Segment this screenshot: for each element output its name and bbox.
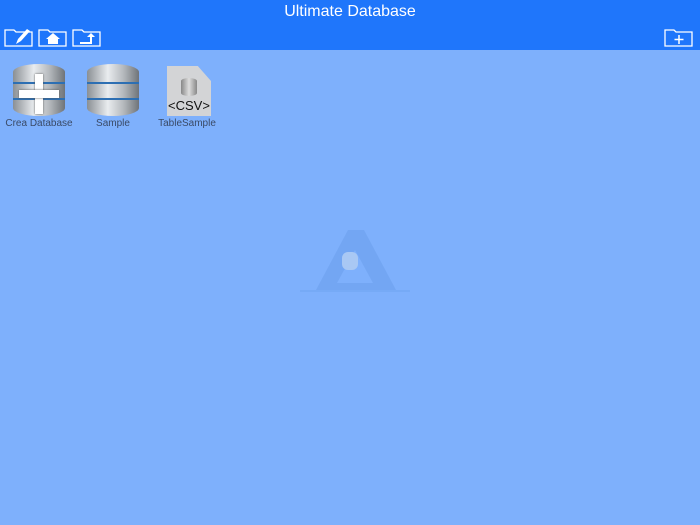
create-database-item[interactable]: Crea Database bbox=[1, 62, 77, 129]
app-title: Ultimate Database bbox=[284, 3, 416, 20]
item-label: Crea Database bbox=[5, 118, 73, 129]
edit-folder-icon[interactable] bbox=[4, 27, 34, 47]
tablesample-csv-item[interactable]: <CSV> TableSample bbox=[149, 62, 225, 129]
up-folder-icon[interactable] bbox=[72, 27, 102, 47]
database-add-icon bbox=[11, 62, 67, 118]
item-label: TableSample bbox=[158, 118, 216, 129]
csv-badge: <CSV> bbox=[168, 98, 210, 113]
header-bar: Ultimate Database bbox=[0, 0, 700, 50]
new-folder-icon[interactable] bbox=[664, 27, 694, 47]
watermark-logo-icon bbox=[300, 230, 410, 292]
database-icon bbox=[85, 62, 141, 118]
item-label: Sample bbox=[96, 118, 130, 129]
sample-database-item[interactable]: Sample bbox=[75, 62, 151, 129]
home-folder-icon[interactable] bbox=[38, 27, 68, 47]
csv-file-icon: <CSV> bbox=[159, 62, 215, 118]
